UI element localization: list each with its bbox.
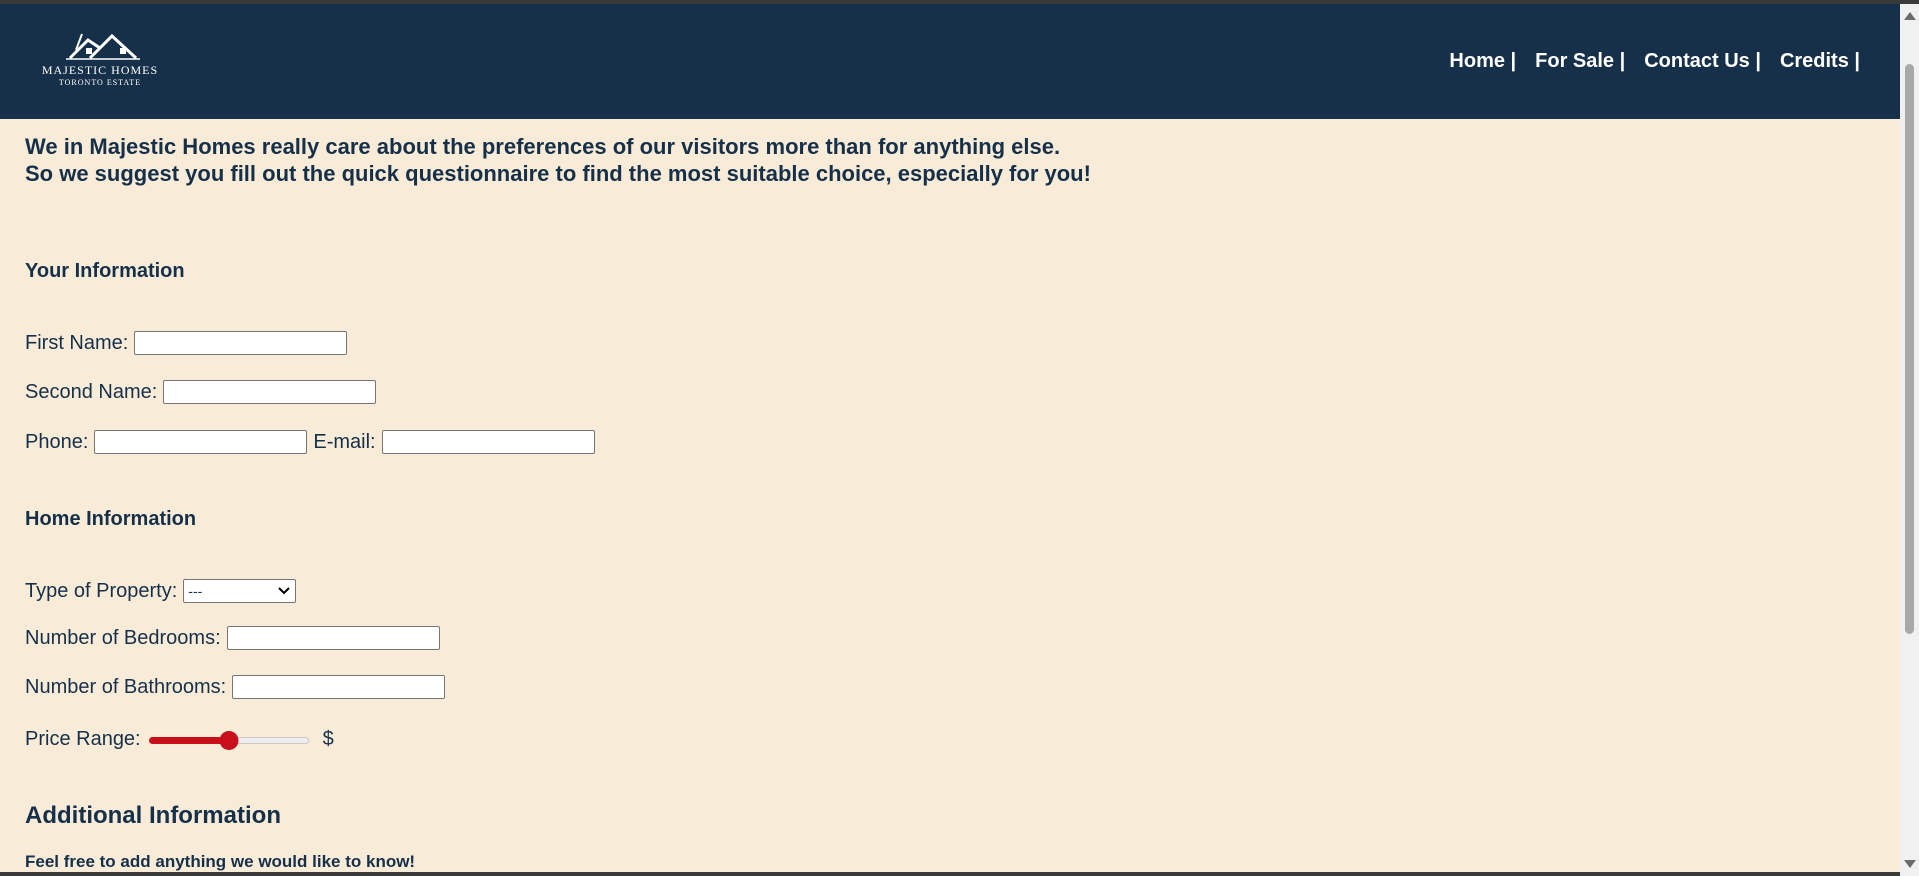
- vertical-scrollbar[interactable]: [1900, 4, 1919, 876]
- property-type-selected-value: ---: [188, 583, 203, 599]
- phone-email-row: Phone: E-mail:: [25, 430, 595, 454]
- bathrooms-row: Number of Bathrooms:: [25, 675, 446, 699]
- second-name-input[interactable]: [163, 380, 377, 404]
- scroll-down-arrow-icon[interactable]: [1904, 860, 1916, 868]
- property-type-row: Type of Property: ---: [25, 579, 297, 603]
- house-roof-icon: [66, 33, 140, 60]
- nav-credits-link[interactable]: Credits |: [1780, 50, 1860, 73]
- phone-label: Phone:: [25, 430, 89, 453]
- majestic-homes-logo[interactable]: MAJESTIC HOMES TORONTO ESTATE: [40, 30, 160, 90]
- nav-home-link[interactable]: Home |: [1449, 50, 1516, 73]
- additional-information-note: Feel free to add anything we would like …: [25, 852, 416, 871]
- price-range-slider[interactable]: [148, 730, 309, 750]
- nav-contact-us-link[interactable]: Contact Us |: [1644, 50, 1761, 73]
- first-name-row: First Name:: [25, 331, 348, 355]
- property-type-select[interactable]: ---: [183, 579, 297, 603]
- main-nav: Home | For Sale | Contact Us | Credits |: [1449, 50, 1860, 73]
- nav-for-sale-link[interactable]: For Sale |: [1535, 50, 1625, 73]
- intro-text: We in Majestic Homes really care about t…: [25, 133, 1875, 187]
- price-range-label: Price Range:: [25, 728, 141, 750]
- price-unit: $: [322, 728, 334, 750]
- property-type-label: Type of Property:: [25, 579, 178, 602]
- logo-title: MAJESTIC HOMES: [41, 63, 159, 77]
- bedrooms-label: Number of Bedrooms:: [25, 626, 221, 649]
- phone-input[interactable]: [94, 430, 308, 454]
- scrollbar-thumb[interactable]: [1905, 64, 1914, 634]
- scroll-up-arrow-icon[interactable]: [1904, 12, 1916, 20]
- price-slider-fill: [148, 736, 229, 744]
- first-name-label: First Name:: [25, 331, 129, 354]
- email-input[interactable]: [381, 430, 595, 454]
- price-slider-thumb[interactable]: [219, 730, 239, 750]
- your-information-heading: Your Information: [25, 260, 185, 282]
- window-bottom-border: [0, 872, 1900, 876]
- additional-information-heading: Additional Information: [25, 802, 281, 829]
- bedrooms-input[interactable]: [226, 626, 440, 650]
- site-header: MAJESTIC HOMES TORONTO ESTATE Home | For…: [0, 4, 1900, 119]
- bedrooms-row: Number of Bedrooms:: [25, 626, 440, 650]
- first-name-input[interactable]: [134, 331, 348, 355]
- email-label: E-mail:: [313, 430, 376, 453]
- intro-line-2: So we suggest you fill out the quick que…: [25, 161, 1091, 186]
- intro-line-1: We in Majestic Homes really care about t…: [25, 134, 1061, 159]
- second-name-row: Second Name:: [25, 380, 377, 404]
- logo-subtitle: TORONTO ESTATE: [58, 78, 142, 87]
- second-name-label: Second Name:: [25, 380, 158, 403]
- chevron-down-icon: [278, 587, 291, 595]
- bathrooms-input[interactable]: [232, 675, 446, 699]
- price-range-row: Price Range: $: [25, 728, 334, 751]
- bathrooms-label: Number of Bathrooms:: [25, 675, 227, 698]
- home-information-heading: Home Information: [25, 508, 197, 530]
- questionnaire-content: We in Majestic Homes really care about t…: [25, 119, 1875, 871]
